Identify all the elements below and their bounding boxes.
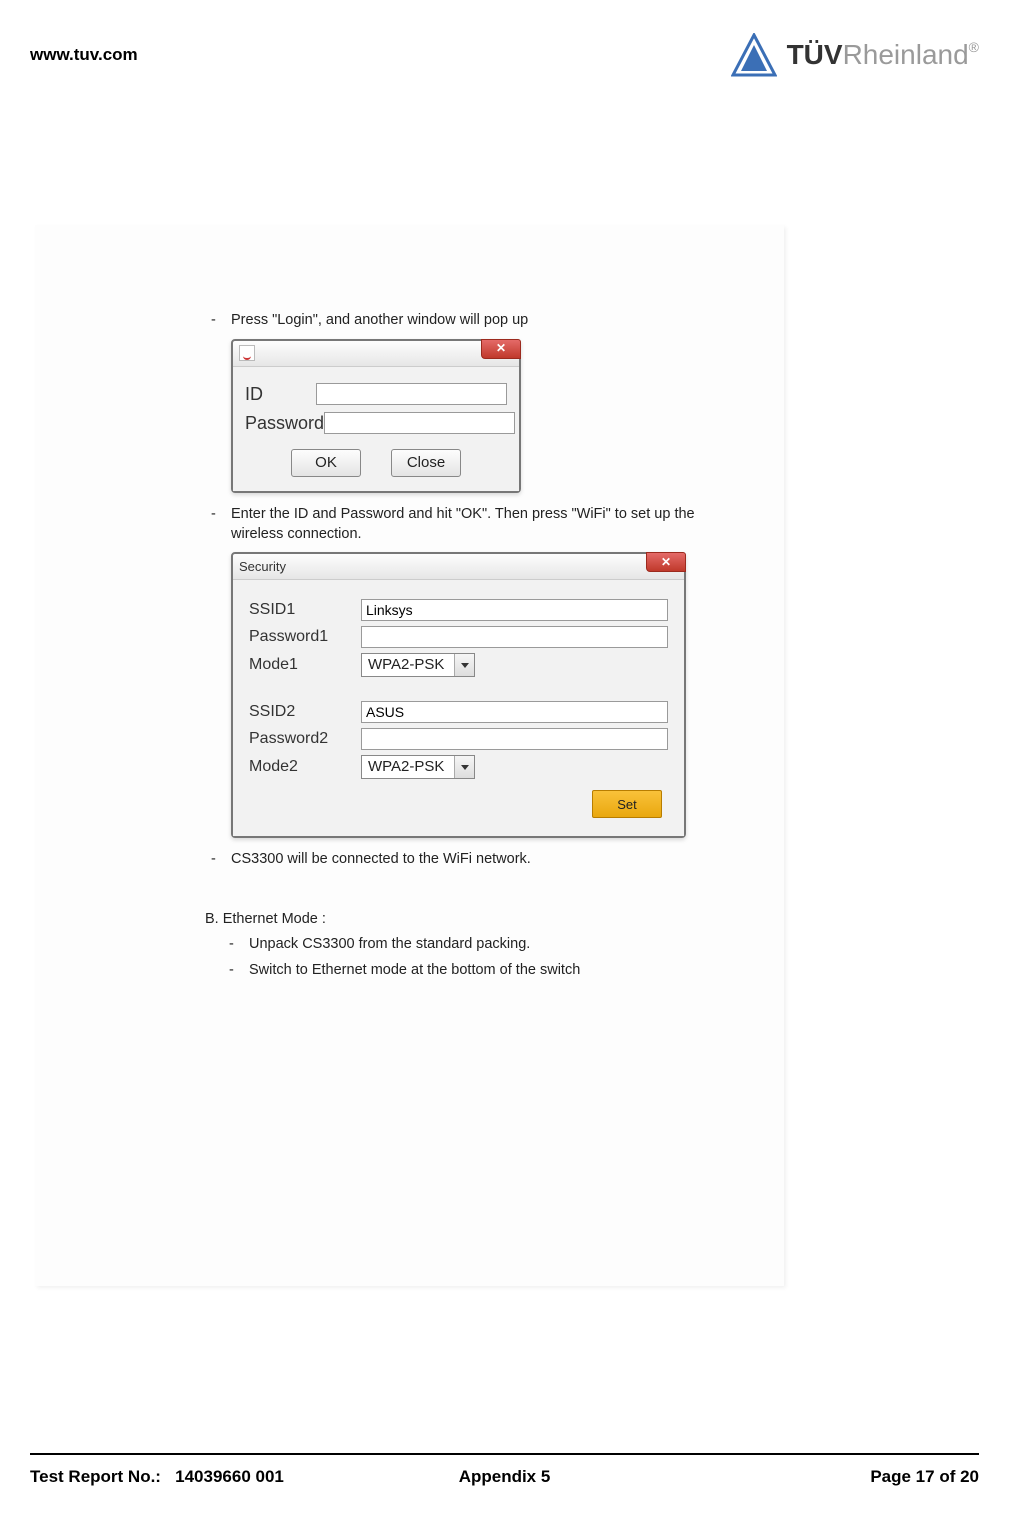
close-icon[interactable]: ✕	[646, 552, 686, 572]
instruction-bullet: Unpack CS3300 from the standard packing.	[223, 935, 744, 955]
id-input[interactable]	[316, 383, 507, 405]
password1-input[interactable]	[361, 626, 668, 648]
mode1-value: WPA2-PSK	[362, 654, 454, 676]
login-dialog-body: ID Password OK Close	[233, 367, 519, 492]
header-url: www.tuv.com	[30, 45, 138, 65]
password2-input[interactable]	[361, 728, 668, 750]
ssid1-input[interactable]	[361, 599, 668, 621]
instruction-bullet: Enter the ID and Password and hit "OK". …	[205, 505, 744, 544]
password2-label: Password2	[249, 728, 361, 750]
ssid2-row: SSID2	[249, 701, 668, 723]
mode2-row: Mode2 WPA2-PSK	[249, 755, 668, 779]
mode1-row: Mode1 WPA2-PSK	[249, 653, 668, 677]
section-b-title: B. Ethernet Mode :	[205, 910, 744, 930]
login-dialog: ✕ ID Password OK Close	[231, 339, 521, 494]
ssid2-input[interactable]	[361, 701, 668, 723]
id-label: ID	[245, 382, 316, 406]
registered-mark: ®	[969, 39, 979, 55]
brand-light: Rheinland	[843, 39, 969, 70]
brand-text: TÜVRheinland®	[787, 39, 979, 71]
set-button[interactable]: Set	[592, 790, 662, 818]
instruction-bullet: Switch to Ethernet mode at the bottom of…	[223, 961, 744, 981]
password1-label: Password1	[249, 626, 361, 648]
set-row: Set	[249, 784, 668, 820]
password-row: Password	[245, 411, 507, 435]
security-dialog-body: SSID1 Password1 Mode1 WPA2-PSK SSID2 Pa	[233, 580, 684, 836]
close-button[interactable]: Close	[391, 449, 461, 477]
login-dialog-titlebar: ✕	[233, 341, 519, 367]
mode2-select[interactable]: WPA2-PSK	[361, 755, 475, 779]
ssid2-label: SSID2	[249, 701, 361, 723]
password1-row: Password1	[249, 626, 668, 648]
section-b: B. Ethernet Mode : Unpack CS3300 from th…	[205, 910, 744, 981]
id-row: ID	[245, 382, 507, 406]
mode2-label: Mode2	[249, 756, 361, 778]
tuv-triangle-icon	[731, 33, 777, 77]
mode2-value: WPA2-PSK	[362, 756, 454, 778]
chevron-down-icon	[454, 756, 474, 778]
document-body: Press "Login", and another window will p…	[35, 225, 784, 1286]
security-dialog-titlebar: Security ✕	[233, 554, 684, 580]
close-icon[interactable]: ✕	[481, 339, 521, 359]
login-button-row: OK Close	[245, 449, 507, 477]
page-header: www.tuv.com TÜVRheinland®	[0, 0, 1009, 80]
java-icon	[239, 345, 255, 361]
security-dialog: Security ✕ SSID1 Password1 Mode1 WPA2-PS…	[231, 552, 686, 838]
footer-center: Appendix 5	[30, 1467, 979, 1487]
ssid1-row: SSID1	[249, 599, 668, 621]
brand-bold: TÜV	[787, 39, 843, 70]
password-label: Password	[245, 411, 324, 435]
mode1-label: Mode1	[249, 654, 361, 676]
security-dialog-title: Security	[239, 558, 286, 576]
tuv-logo: TÜVRheinland®	[731, 33, 979, 77]
ok-button[interactable]: OK	[291, 449, 361, 477]
instruction-bullet: Press "Login", and another window will p…	[205, 311, 744, 331]
page-footer: Test Report No.: 14039660 001 Appendix 5…	[30, 1453, 979, 1487]
ssid1-label: SSID1	[249, 599, 361, 621]
chevron-down-icon	[454, 654, 474, 676]
password-input[interactable]	[324, 412, 515, 434]
mode1-select[interactable]: WPA2-PSK	[361, 653, 475, 677]
password2-row: Password2	[249, 728, 668, 750]
instruction-bullet: CS3300 will be connected to the WiFi net…	[205, 850, 744, 870]
